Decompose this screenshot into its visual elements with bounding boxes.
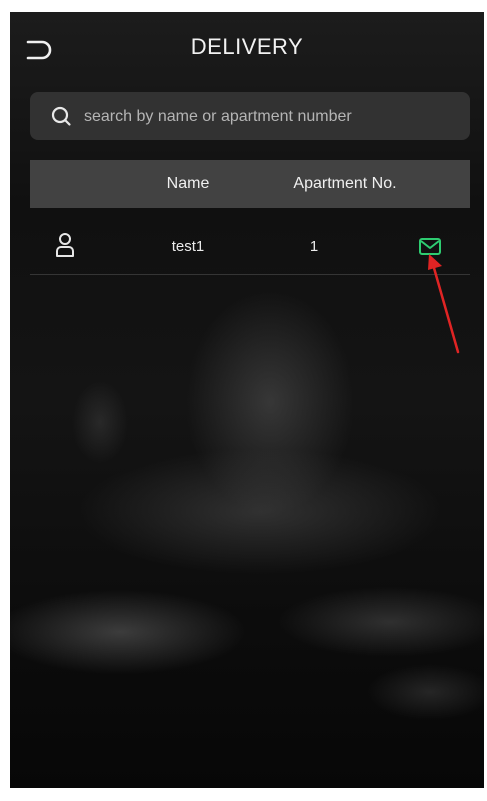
header-bar: DELIVERY xyxy=(10,12,484,90)
search-icon xyxy=(51,106,71,126)
page-title: DELIVERY xyxy=(190,34,304,59)
annotation-arrow-icon xyxy=(428,254,460,354)
column-header-name: Name xyxy=(166,175,210,192)
table-row[interactable]: test1 1 xyxy=(30,222,470,275)
table-header: Name Apartment No. xyxy=(30,160,470,208)
column-header-apartment: Apartment No. xyxy=(293,175,397,192)
search-bar[interactable] xyxy=(30,92,470,142)
search-input[interactable] xyxy=(82,92,456,142)
app-screen: DELIVERY Name Apartment No. test1 1 xyxy=(10,12,484,788)
row-name: test1 xyxy=(171,238,205,255)
row-apartment: 1 xyxy=(309,238,319,255)
user-icon xyxy=(56,233,74,257)
